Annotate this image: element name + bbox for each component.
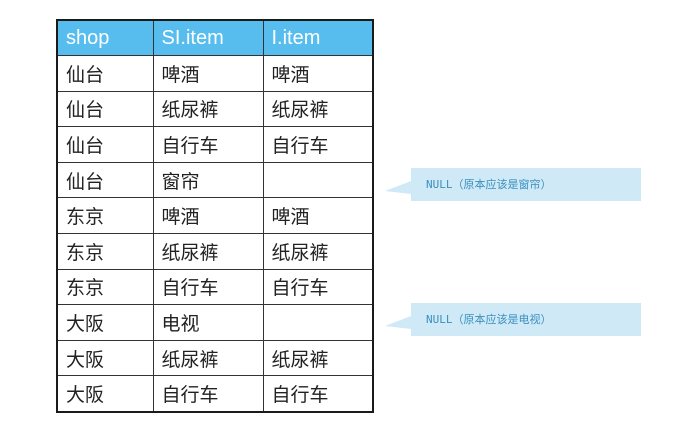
cell-shop: 仙台 bbox=[56, 90, 154, 128]
cell-shop: 仙台 bbox=[56, 161, 154, 199]
cell-shop: 东京 bbox=[56, 233, 154, 270]
null-callout-tv: NULL（原本应该是电视） bbox=[385, 303, 641, 336]
table-row: 仙台 窗帘 bbox=[56, 161, 374, 199]
cell-si-item: 自行车 bbox=[152, 126, 264, 163]
table-row: 大阪 电视 bbox=[56, 304, 374, 341]
table-header: shop SI.item I.item bbox=[56, 19, 374, 57]
cell-shop: 东京 bbox=[56, 268, 154, 306]
cell-si-item: 啤酒 bbox=[152, 55, 264, 92]
table-row: 仙台 自行车 自行车 bbox=[56, 126, 374, 163]
callout-text: NULL（原本应该是窗帘） bbox=[426, 178, 552, 191]
cell-i-item-null bbox=[262, 161, 374, 199]
table-row: 仙台 啤酒 啤酒 bbox=[56, 55, 374, 92]
cell-shop: 大阪 bbox=[56, 375, 154, 413]
cell-si-item: 电视 bbox=[152, 304, 264, 341]
callout-text: NULL（原本应该是电视） bbox=[426, 313, 552, 326]
cell-i-item: 啤酒 bbox=[262, 55, 374, 92]
cell-si-item: 啤酒 bbox=[152, 197, 264, 235]
null-callout-curtain: NULL（原本应该是窗帘） bbox=[385, 168, 641, 201]
cell-i-item: 纸尿裤 bbox=[262, 339, 374, 377]
cell-i-item: 自行车 bbox=[262, 126, 374, 163]
table-row: 大阪 自行车 自行车 bbox=[56, 375, 374, 413]
table-row: 仙台 纸尿裤 纸尿裤 bbox=[56, 90, 374, 128]
cell-shop: 仙台 bbox=[56, 55, 154, 92]
cell-i-item: 啤酒 bbox=[262, 197, 374, 235]
column-header-i-item: I.item bbox=[262, 19, 374, 57]
cell-si-item: 纸尿裤 bbox=[152, 90, 264, 128]
cell-si-item: 纸尿裤 bbox=[152, 233, 264, 270]
header-row: shop SI.item I.item bbox=[56, 19, 374, 57]
cell-si-item: 自行车 bbox=[152, 268, 264, 306]
table-body: 仙台 啤酒 啤酒 仙台 纸尿裤 纸尿裤 仙台 自行车 自行车 仙台 窗帘 东京 … bbox=[56, 55, 374, 413]
cell-shop: 仙台 bbox=[56, 126, 154, 163]
join-result-table: shop SI.item I.item 仙台 啤酒 啤酒 仙台 纸尿裤 纸尿裤 … bbox=[56, 19, 374, 413]
cell-si-item: 纸尿裤 bbox=[152, 339, 264, 377]
cell-shop: 东京 bbox=[56, 197, 154, 235]
cell-i-item-null bbox=[262, 304, 374, 341]
cell-i-item: 自行车 bbox=[262, 375, 374, 413]
cell-i-item: 纸尿裤 bbox=[262, 233, 374, 270]
table-row: 东京 啤酒 啤酒 bbox=[56, 197, 374, 235]
cell-shop: 大阪 bbox=[56, 304, 154, 341]
cell-i-item: 纸尿裤 bbox=[262, 90, 374, 128]
cell-si-item: 自行车 bbox=[152, 375, 264, 413]
column-header-si-item: SI.item bbox=[152, 19, 264, 57]
cell-shop: 大阪 bbox=[56, 339, 154, 377]
cell-i-item: 自行车 bbox=[262, 268, 374, 306]
column-header-shop: shop bbox=[56, 19, 154, 57]
cell-si-item: 窗帘 bbox=[152, 161, 264, 199]
table-row: 东京 自行车 自行车 bbox=[56, 268, 374, 306]
table-row: 东京 纸尿裤 纸尿裤 bbox=[56, 233, 374, 270]
table-row: 大阪 纸尿裤 纸尿裤 bbox=[56, 339, 374, 377]
